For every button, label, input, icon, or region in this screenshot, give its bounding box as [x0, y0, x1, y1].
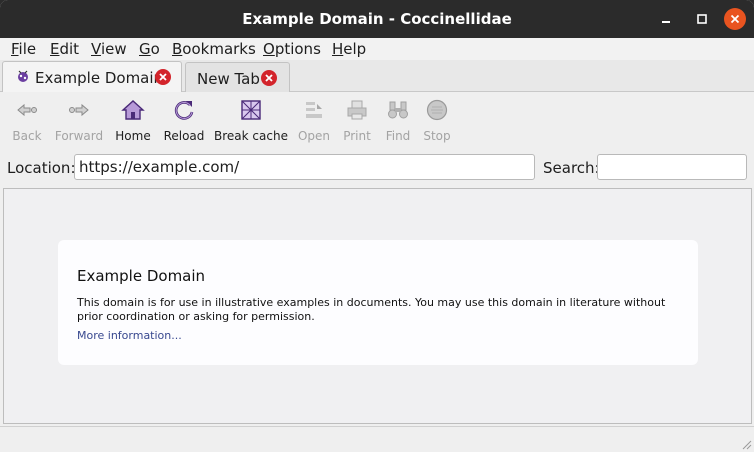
- home-icon: [121, 100, 145, 120]
- menu-file[interactable]: File: [11, 40, 36, 58]
- window-title: Example Domain - Coccinellidae: [242, 10, 512, 28]
- location-input[interactable]: [74, 154, 535, 180]
- stop-icon: [426, 99, 448, 121]
- maximize-button[interactable]: [691, 8, 713, 30]
- print-label: Print: [343, 129, 371, 143]
- close-icon: [265, 74, 273, 82]
- home-button[interactable]: Home: [112, 96, 154, 146]
- minimize-icon: [662, 21, 670, 23]
- open-label: Open: [297, 129, 331, 143]
- minimize-button[interactable]: [655, 8, 677, 30]
- tab-label: New Tab: [197, 70, 260, 88]
- menu-edit[interactable]: Edit: [50, 40, 79, 58]
- forward-arrow-icon: [69, 103, 89, 117]
- open-button[interactable]: Open: [296, 96, 332, 146]
- search-label: Search:: [543, 159, 600, 177]
- menu-bookmarks[interactable]: Bookmarks: [172, 40, 256, 58]
- print-icon: [347, 100, 367, 120]
- break-cache-icon: [241, 100, 261, 120]
- page-heading: Example Domain: [77, 267, 206, 285]
- menu-go[interactable]: Go: [139, 40, 160, 58]
- forward-button[interactable]: Forward: [52, 96, 106, 146]
- resize-grip-icon[interactable]: [740, 438, 752, 450]
- menu-options[interactable]: Options: [263, 40, 321, 58]
- location-bar: Location: Search:: [0, 150, 754, 186]
- close-icon: [159, 73, 167, 81]
- close-tab-button[interactable]: [261, 70, 277, 86]
- back-arrow-icon: [17, 103, 37, 117]
- home-label: Home: [115, 129, 151, 143]
- close-icon: [730, 14, 740, 24]
- break-cache-button[interactable]: Break cache: [214, 96, 288, 146]
- stop-button[interactable]: Stop: [421, 96, 453, 146]
- print-button[interactable]: Print: [340, 96, 374, 146]
- close-window-button[interactable]: [724, 8, 746, 30]
- menu-help[interactable]: Help: [332, 40, 366, 58]
- tab-label: Example Domain: [35, 69, 164, 87]
- tab-new-tab[interactable]: New Tab: [185, 62, 290, 92]
- search-input[interactable]: [597, 154, 747, 180]
- page-body-text: This domain is for use in illustrative e…: [77, 296, 666, 323]
- status-bar: [0, 426, 754, 452]
- binoculars-icon: [388, 101, 408, 119]
- find-label: Find: [385, 129, 411, 143]
- back-button[interactable]: Back: [6, 96, 48, 146]
- menu-view[interactable]: View: [91, 40, 127, 58]
- location-label: Location:: [7, 159, 76, 177]
- close-tab-button[interactable]: [155, 69, 171, 85]
- open-icon: [306, 102, 322, 118]
- reload-icon: [174, 101, 194, 120]
- find-button[interactable]: Find: [382, 96, 414, 146]
- page-viewport[interactable]: Example Domain This domain is for use in…: [3, 188, 752, 424]
- tab-strip: Example Domain New Tab: [0, 60, 754, 92]
- back-label: Back: [12, 129, 42, 143]
- browser-window: Example Domain - Coccinellidae File Edit…: [0, 0, 754, 452]
- reload-button[interactable]: Reload: [161, 96, 207, 146]
- reload-label: Reload: [163, 129, 205, 143]
- tab-example-domain[interactable]: Example Domain: [2, 61, 182, 92]
- title-bar[interactable]: Example Domain - Coccinellidae: [0, 0, 754, 38]
- menu-bar: File Edit View Go Bookmarks Options Help: [0, 38, 754, 60]
- forward-label: Forward: [54, 129, 104, 143]
- break-cache-label: Break cache: [214, 129, 288, 143]
- bug-favicon-icon: [18, 70, 28, 82]
- toolbar: Back Forward Home Reload Break cache Ope…: [0, 92, 754, 150]
- stop-label: Stop: [423, 129, 451, 143]
- page-card: Example Domain This domain is for use in…: [58, 240, 698, 365]
- maximize-icon: [697, 14, 707, 24]
- more-information-link[interactable]: More information...: [77, 329, 182, 342]
